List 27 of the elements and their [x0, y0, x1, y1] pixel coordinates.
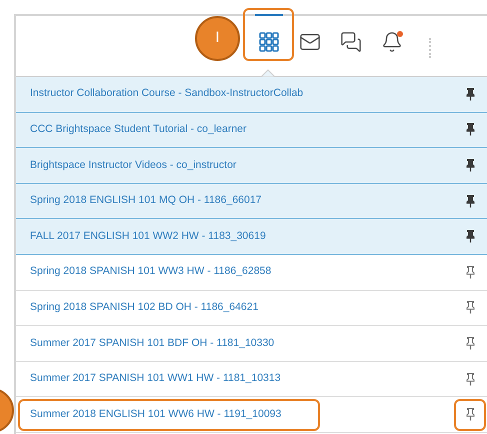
- pin-icon: [466, 230, 474, 244]
- active-underline: [255, 14, 283, 16]
- dotted-separator: [429, 38, 431, 58]
- chat-icon: [340, 30, 362, 52]
- pin-icon: [466, 336, 474, 350]
- pin-icon: [466, 194, 474, 208]
- pin-button[interactable]: [454, 398, 486, 431]
- course-link[interactable]: FALL 2017 ENGLISH 101 WW2 HW - 1183_30619: [18, 220, 278, 253]
- pin-icon: [466, 301, 474, 314]
- course-link[interactable]: Spring 2018 ENGLISH 101 MQ OH - 1186_66017: [18, 185, 274, 218]
- pin-icon: [466, 158, 474, 172]
- course-link[interactable]: Summer 2017 SPANISH 101 BDF OH - 1181_10330: [18, 327, 286, 360]
- course-link[interactable]: Instructor Collaboration Course - Sandbox-InstructorCollab: [18, 78, 316, 110]
- pin-icon: [466, 88, 474, 101]
- course-link[interactable]: Spring 2018 SPANISH 101 WW3 HW - 1186_62858: [18, 256, 284, 288]
- course-link[interactable]: Summer 2018 ENGLISH 101 WW6 HW - 1191_10093: [18, 398, 320, 431]
- pin-icon: [466, 266, 474, 279]
- pin-icon: [466, 372, 474, 386]
- bell-icon: [380, 30, 402, 52]
- pin-icon: [466, 123, 474, 136]
- course-link[interactable]: Brightspace Instructor Videos - co_instructor: [18, 149, 248, 182]
- pin-icon: [466, 408, 474, 422]
- course-link[interactable]: Summer 2017 SPANISH 101 WW1 HW - 1181_10313: [18, 363, 293, 396]
- course-link[interactable]: CCC Brightspace Student Tutorial - co_learner: [18, 114, 259, 146]
- toolbar-button[interactable]: [243, 8, 294, 61]
- grid-icon: [258, 32, 278, 52]
- course-link[interactable]: Spring 2018 SPANISH 102 BD OH - 1186_64621: [18, 292, 270, 324]
